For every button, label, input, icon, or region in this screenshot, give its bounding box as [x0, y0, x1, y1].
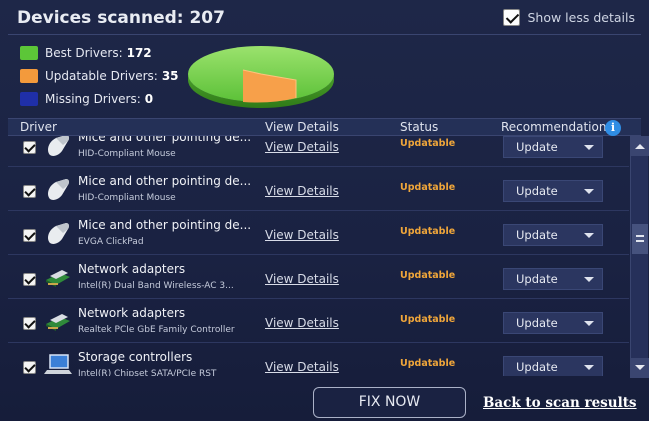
mouse-icon [44, 136, 72, 157]
header-divider [8, 34, 641, 35]
chevron-down-icon [584, 189, 594, 194]
recommendation-dropdown[interactable]: Update [503, 180, 603, 202]
info-icon[interactable]: i [605, 120, 621, 136]
col-status: Status [400, 120, 439, 134]
table-row: Mice and other pointing de... HID-Complia… [8, 136, 629, 167]
device-category: Network adapters [78, 306, 186, 320]
view-details-link[interactable]: View Details [265, 140, 339, 154]
chevron-down-icon [584, 321, 594, 326]
fix-now-button[interactable]: FIX NOW [313, 387, 466, 418]
legend-updatable: Updatable Drivers: 35 [20, 64, 179, 87]
col-driver: Driver [20, 120, 57, 134]
view-details-link[interactable]: View Details [265, 316, 339, 330]
device-name: Intel(R) Dual Band Wireless-AC 3... [78, 281, 234, 291]
legend-missing-count: 0 [144, 91, 154, 106]
device-name: Realtek PCIe GbE Family Controller [78, 325, 235, 335]
recommendation-dropdown[interactable]: Update [503, 312, 603, 334]
legend-updatable-count: 35 [161, 68, 179, 83]
show-less-details-checkbox[interactable] [503, 9, 521, 26]
row-checkbox[interactable] [23, 229, 36, 242]
mouse-icon [44, 221, 72, 245]
status-badge: Updatable [400, 270, 456, 281]
device-name: HID-Compliant Mouse [78, 193, 176, 203]
driver-list: Mice and other pointing de... HID-Complia… [8, 136, 629, 376]
view-details-link[interactable]: View Details [265, 228, 339, 242]
recommendation-value: Update [516, 140, 558, 154]
device-name: EVGA ClickPad [78, 237, 144, 247]
row-checkbox[interactable] [23, 185, 36, 198]
driver-legend: Best Drivers: 172 Updatable Drivers: 35 … [20, 41, 179, 110]
table-row: Mice and other pointing de... HID-Complia… [8, 167, 629, 211]
scroll-up-button[interactable] [631, 136, 649, 156]
back-to-scan-results-link[interactable]: Back to scan results [483, 395, 637, 411]
storage-controller-icon [44, 353, 72, 376]
scroll-down-button[interactable] [631, 358, 649, 378]
chevron-up-icon [635, 144, 645, 149]
missing-swatch [20, 91, 38, 106]
col-view-details: View Details [265, 120, 339, 134]
row-checkbox[interactable] [23, 141, 36, 154]
scroll-thumb[interactable] [632, 224, 648, 254]
show-less-details-label: Show less details [527, 10, 635, 25]
legend-best-label: Best Drivers: [45, 45, 123, 60]
best-swatch [20, 45, 38, 60]
status-badge: Updatable [400, 138, 456, 149]
device-name: HID-Compliant Mouse [78, 149, 176, 159]
recommendation-value: Update [516, 184, 558, 198]
legend-missing-label: Missing Drivers: [45, 91, 141, 106]
row-checkbox[interactable] [23, 273, 36, 286]
row-checkbox[interactable] [23, 317, 36, 330]
view-details-link[interactable]: View Details [265, 184, 339, 198]
network-adapter-icon [44, 309, 72, 333]
table-row: Storage controllers Intel(R) Chipset SATA… [8, 343, 629, 376]
driver-table-header: Driver View Details Status Recommendatio… [8, 118, 641, 136]
recommendation-value: Update [516, 228, 558, 242]
device-category: Mice and other pointing de... [78, 174, 252, 188]
mouse-icon [44, 177, 72, 201]
network-adapter-icon [44, 265, 72, 289]
recommendation-value: Update [516, 272, 558, 286]
chevron-down-icon [584, 145, 594, 150]
table-row: Network adapters Intel(R) Dual Band Wirel… [8, 255, 629, 299]
chevron-down-icon [635, 365, 645, 370]
show-less-details-toggle[interactable]: Show less details [503, 9, 635, 26]
legend-best-count: 172 [126, 45, 152, 60]
legend-best: Best Drivers: 172 [20, 41, 179, 64]
recommendation-dropdown[interactable]: Update [503, 356, 603, 376]
table-row: Mice and other pointing de... EVGA ClickP… [8, 211, 629, 255]
device-category: Mice and other pointing de... [78, 218, 252, 232]
device-category: Storage controllers [78, 350, 193, 364]
device-category: Mice and other pointing de... [78, 136, 252, 144]
row-checkbox[interactable] [23, 361, 36, 374]
driver-scan-results-panel: Devices scanned: 207 Show less details B… [0, 0, 649, 421]
status-badge: Updatable [400, 182, 456, 193]
view-details-link[interactable]: View Details [265, 360, 339, 374]
legend-missing: Missing Drivers: 0 [20, 87, 179, 110]
recommendation-dropdown[interactable]: Update [503, 268, 603, 290]
status-badge: Updatable [400, 314, 456, 325]
legend-updatable-label: Updatable Drivers: [45, 68, 158, 83]
chevron-down-icon [584, 277, 594, 282]
chevron-down-icon [584, 365, 594, 370]
col-recommendation: Recommendation [501, 120, 607, 134]
table-row: Network adapters Realtek PCIe GbE Family … [8, 299, 629, 343]
device-name: Intel(R) Chipset SATA/PCIe RST [78, 369, 217, 376]
devices-scanned-title: Devices scanned: 207 [17, 8, 225, 28]
view-details-link[interactable]: View Details [265, 272, 339, 286]
recommendation-dropdown[interactable]: Update [503, 136, 603, 158]
updatable-swatch [20, 68, 38, 83]
list-scrollbar[interactable] [630, 136, 649, 378]
device-category: Network adapters [78, 262, 186, 276]
recommendation-dropdown[interactable]: Update [503, 224, 603, 246]
recommendation-value: Update [516, 360, 558, 374]
status-badge: Updatable [400, 358, 456, 369]
chevron-down-icon [584, 233, 594, 238]
recommendation-value: Update [516, 316, 558, 330]
drivers-pie-chart [188, 46, 334, 108]
status-badge: Updatable [400, 226, 456, 237]
